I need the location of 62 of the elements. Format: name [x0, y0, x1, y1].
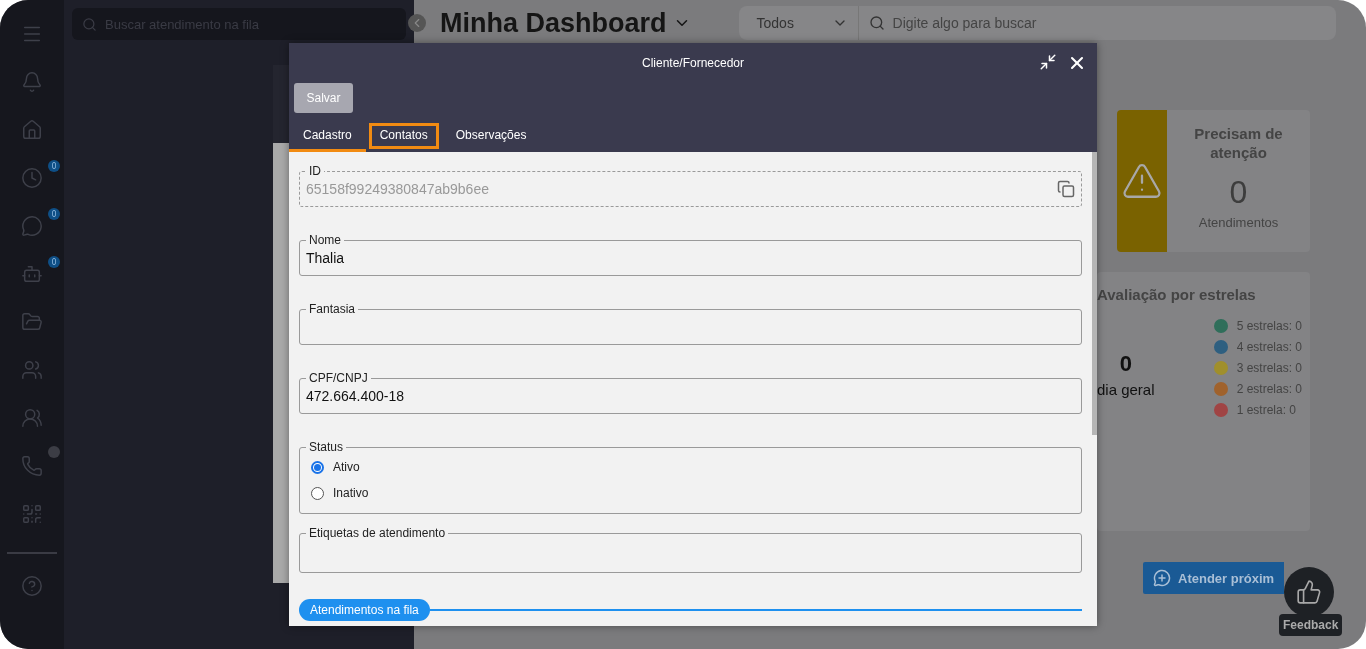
section-label: Atendimentos na fila [299, 599, 430, 621]
field-label: Etiquetas de atendimento [308, 526, 447, 540]
back-icon[interactable] [408, 14, 426, 32]
users-icon[interactable] [21, 359, 43, 381]
copy-icon[interactable] [1057, 180, 1075, 198]
feedback-button[interactable] [1284, 567, 1334, 617]
field-label: ID [308, 164, 322, 178]
legend-label: 1 estrela: 0 [1236, 403, 1296, 417]
text-field[interactable]: Fantasia [299, 302, 1082, 345]
dialog-title: Cliente/Fornecedor [641, 56, 745, 70]
robot-icon[interactable] [21, 263, 43, 285]
legend-label: 2 estrelas: 0 [1236, 382, 1302, 396]
count-badge: 0 [48, 160, 60, 172]
search-icon [868, 15, 885, 31]
average-value: 0 [1119, 351, 1132, 377]
home-icon[interactable] [21, 119, 43, 141]
tab[interactable]: Observações [441, 120, 541, 152]
scrollbar[interactable] [1092, 152, 1097, 435]
radio-option[interactable]: Inativo [306, 480, 1075, 506]
bell-icon[interactable] [21, 71, 43, 93]
card-title: Precisam de atenção [1193, 124, 1284, 162]
text-field[interactable]: CPF/CNPJ 472.664.400-18 [299, 371, 1082, 414]
id-field[interactable]: ID 65158f99249380847ab9b6ee [299, 164, 1082, 207]
radio-option[interactable]: Ativo [306, 454, 1075, 480]
card-caption: Atendimentos [1198, 215, 1279, 230]
phone-icon[interactable] [21, 455, 43, 477]
search-input[interactable]: Digite algo para buscar [890, 14, 1271, 32]
radio-circle[interactable] [311, 460, 324, 474]
field-label: Fantasia [308, 302, 357, 316]
radio-circle[interactable] [311, 486, 324, 500]
text-input[interactable]: 472.664.400-18 [306, 385, 906, 407]
qr-code-icon[interactable] [21, 503, 43, 525]
next-button[interactable]: Atender próxim [1143, 562, 1284, 594]
card-title: Avaliação por estrelas [1097, 286, 1257, 303]
field-label: Status [308, 440, 345, 454]
text-field[interactable]: Nome Thalia [299, 233, 1082, 276]
feedback-label: Feedback [1279, 614, 1343, 636]
chat-bubble-icon[interactable] [21, 215, 43, 237]
thumbs-up-icon [1296, 579, 1322, 605]
folder-icon[interactable] [21, 311, 43, 333]
chat-plus-icon [1153, 569, 1171, 587]
page-title: Minha Dashboard [440, 7, 667, 39]
legend-label: 4 estrelas: 0 [1236, 340, 1302, 354]
count-badge: 0 [48, 256, 60, 268]
search-bar[interactable]: Todos Digite algo para buscar [738, 6, 1336, 40]
minimize-icon[interactable] [1039, 53, 1057, 71]
count-value: 0 [1229, 174, 1248, 211]
help-icon[interactable] [21, 575, 43, 597]
legend-label: 5 estrelas: 0 [1236, 319, 1302, 333]
clock-icon[interactable] [21, 167, 43, 189]
search-icon [82, 16, 97, 32]
field-label: CPF/CNPJ [308, 371, 369, 385]
group-icon[interactable] [21, 407, 43, 429]
field-label: Nome [308, 233, 342, 247]
text-input[interactable]: Thalia [306, 247, 906, 269]
tab[interactable]: Cadastro [289, 120, 366, 152]
legend-label: 3 estrelas: 0 [1236, 361, 1302, 375]
filter-select[interactable]: Todos [738, 6, 859, 40]
average-label: dia geral [1097, 381, 1155, 398]
count-badge: 0 [48, 208, 60, 220]
text-field[interactable]: Etiquetas de atendimento [299, 526, 1082, 573]
tab[interactable]: Contatos [365, 120, 442, 152]
